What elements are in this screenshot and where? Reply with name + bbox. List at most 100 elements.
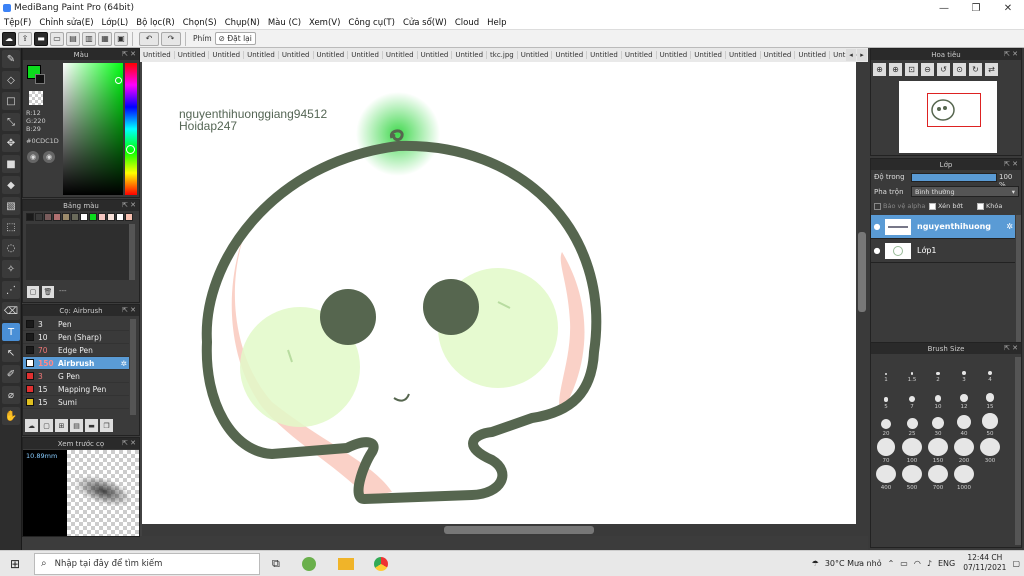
transparent-color-swatch[interactable] (29, 91, 43, 105)
palette-swatch[interactable] (53, 213, 61, 221)
palette-list[interactable] (26, 224, 130, 280)
maximize-button[interactable]: ❐ (960, 0, 992, 16)
delete-palette-icon[interactable]: 🗑 (42, 286, 54, 298)
gradient-tool-icon[interactable]: ▧ (2, 197, 20, 215)
menu-color[interactable]: Màu (C) (264, 18, 305, 28)
panel-options-icon[interactable]: ⇱ ✕ (1004, 344, 1018, 352)
menu-cloud[interactable]: Cloud (451, 18, 483, 28)
document-tab[interactable]: Untitled (587, 51, 622, 59)
brush-size-option[interactable]: 7 (899, 384, 925, 410)
brush-cloud-icon[interactable]: ☁ (25, 419, 38, 432)
opacity-slider[interactable] (911, 173, 997, 182)
zoom-out-icon[interactable]: ⊖ (921, 63, 934, 76)
cloud-icon[interactable]: ☁ (2, 31, 16, 46)
select-tool-icon[interactable]: ⬚ (2, 218, 20, 236)
menu-file[interactable]: Tệp(F) (0, 18, 35, 28)
brush-size-option[interactable]: 40 (951, 411, 977, 437)
document-tab[interactable]: Untitled (348, 51, 383, 59)
brush-size-scrollbar[interactable] (1015, 357, 1021, 545)
document-tab[interactable]: Untitled (691, 51, 726, 59)
select-eraser-icon[interactable]: ⌫ (2, 302, 20, 320)
document-tab[interactable]: Untitled (518, 51, 553, 59)
brush-size-option[interactable]: 1 (873, 357, 899, 383)
menu-filter[interactable]: Bộ lọc(R) (132, 18, 179, 28)
vertical-scrollbar[interactable] (856, 62, 868, 536)
layer-item-1[interactable]: ● Lớp1 (871, 239, 1015, 263)
brush-item-g-pen[interactable]: 3 G Pen (23, 370, 129, 383)
panel-options-icon[interactable]: ⇱ ✕ (1004, 160, 1018, 168)
document-tab[interactable]: Untitled (279, 51, 314, 59)
menu-help[interactable]: Help (483, 18, 510, 28)
document-tab[interactable]: Untitled (244, 51, 279, 59)
gear-icon[interactable]: ✲ (121, 359, 127, 368)
magic-wand-icon[interactable]: ✧ (2, 260, 20, 278)
palette-scrollbar[interactable] (129, 224, 135, 280)
menu-edit[interactable]: Chỉnh sửa(E) (35, 18, 97, 28)
brush-size-option[interactable]: 12 (951, 384, 977, 410)
redo-button[interactable]: ↷ (161, 31, 181, 46)
brush-size-option[interactable]: 500 (899, 465, 925, 491)
alpha-lock-checkbox[interactable] (874, 202, 881, 210)
brush-item-pen[interactable]: 3 Pen (23, 318, 129, 331)
battery-icon[interactable]: ▭ (900, 559, 908, 568)
brush-item-sumi[interactable]: 15 Sumi (23, 396, 129, 409)
palette-swatch[interactable] (89, 213, 97, 221)
panel-options-icon[interactable]: ⇱ ✕ (122, 50, 136, 58)
horizontal-scrollbar[interactable] (142, 524, 856, 536)
brush-size-option[interactable]: 1000 (951, 465, 977, 491)
alpha-lock-option[interactable]: Bảo vệ alpha (874, 202, 925, 210)
taskbar-clock[interactable]: 12:44 CH 07/11/2021 (963, 553, 1006, 573)
menu-window[interactable]: Cửa sổ(W) (399, 18, 451, 28)
brush-size-option[interactable]: 70 (873, 438, 899, 464)
minimize-button[interactable]: — (928, 0, 960, 16)
document-tab[interactable]: Untitled (383, 51, 418, 59)
file-explorer-icon[interactable] (337, 557, 354, 570)
clipping-option[interactable]: Xén bớt (929, 202, 963, 210)
color-wheel-icon[interactable]: ◉ (27, 151, 39, 163)
hue-cursor[interactable] (126, 145, 135, 154)
folder-icon[interactable]: ▬ (85, 419, 98, 432)
new-palette-icon[interactable]: ▢ (27, 286, 39, 298)
blend-mode-select[interactable]: Bình thường ▾ (911, 186, 1019, 197)
bucket-tool-icon[interactable]: ◆ (2, 176, 20, 194)
clipping-checkbox[interactable] (929, 202, 936, 210)
document-tab[interactable]: Untitled (726, 51, 761, 59)
taskbar-search-box[interactable]: ⌕ Nhập tại đây để tìm kiếm (34, 552, 260, 575)
new-brush-icon[interactable]: ▢ (40, 419, 53, 432)
panel-options-icon[interactable]: ⇱ ✕ (122, 439, 136, 447)
menu-snap[interactable]: Chụp(N) (221, 18, 264, 28)
brush-item-edge-pen[interactable]: 70 Edge Pen (23, 344, 129, 357)
document-tab[interactable]: Untitled (657, 51, 692, 59)
operation-tool-icon[interactable]: ↖ (2, 344, 20, 362)
close-button[interactable]: ✕ (992, 0, 1024, 16)
brush-size-option[interactable]: 400 (873, 465, 899, 491)
brush-item-pen-sharp[interactable]: 10 Pen (Sharp) (23, 331, 129, 344)
move-tool-icon[interactable]: ✥ (2, 134, 20, 152)
document-tab[interactable]: Untitled (140, 51, 175, 59)
rotate-left-icon[interactable]: ↺ (937, 63, 950, 76)
page-icon[interactable]: ▤ (66, 31, 80, 46)
chat-icon[interactable]: ▭ (50, 31, 64, 46)
eye-icon[interactable]: ● (871, 222, 883, 231)
divide-tool-icon[interactable]: ✐ (2, 365, 20, 383)
document-tab[interactable]: Untitled (452, 51, 488, 59)
brush-size-option[interactable]: 3 (951, 357, 977, 383)
brush-size-option[interactable]: 4 (977, 357, 1003, 383)
brush-size-option[interactable]: 5 (873, 384, 899, 410)
menu-select[interactable]: Chọn(S) (179, 18, 221, 28)
brush-size-option[interactable]: 100 (899, 438, 925, 464)
brush-size-option[interactable]: 15 (977, 384, 1003, 410)
layer-item-text[interactable]: ● nguyenthihuong ✲ (871, 215, 1015, 239)
palette-swatch[interactable] (71, 213, 79, 221)
fit-icon[interactable]: ⊡ (905, 63, 918, 76)
hand-tool-icon[interactable]: ✋ (2, 407, 20, 425)
grid-icon[interactable]: ▦ (98, 31, 112, 46)
undo-button[interactable]: ↶ (139, 31, 159, 46)
weather-text[interactable]: 30°C Mưa nhỏ (825, 559, 882, 568)
brush-item-airbrush[interactable]: 150 Airbrush ✲ (23, 357, 129, 370)
palette-swatch[interactable] (26, 213, 34, 221)
brush-size-option[interactable]: 150 (925, 438, 951, 464)
brush-settings-icon[interactable]: ▤ (70, 419, 83, 432)
document-tab[interactable]: Untitled (795, 51, 831, 59)
palette-swatch[interactable] (116, 213, 124, 221)
